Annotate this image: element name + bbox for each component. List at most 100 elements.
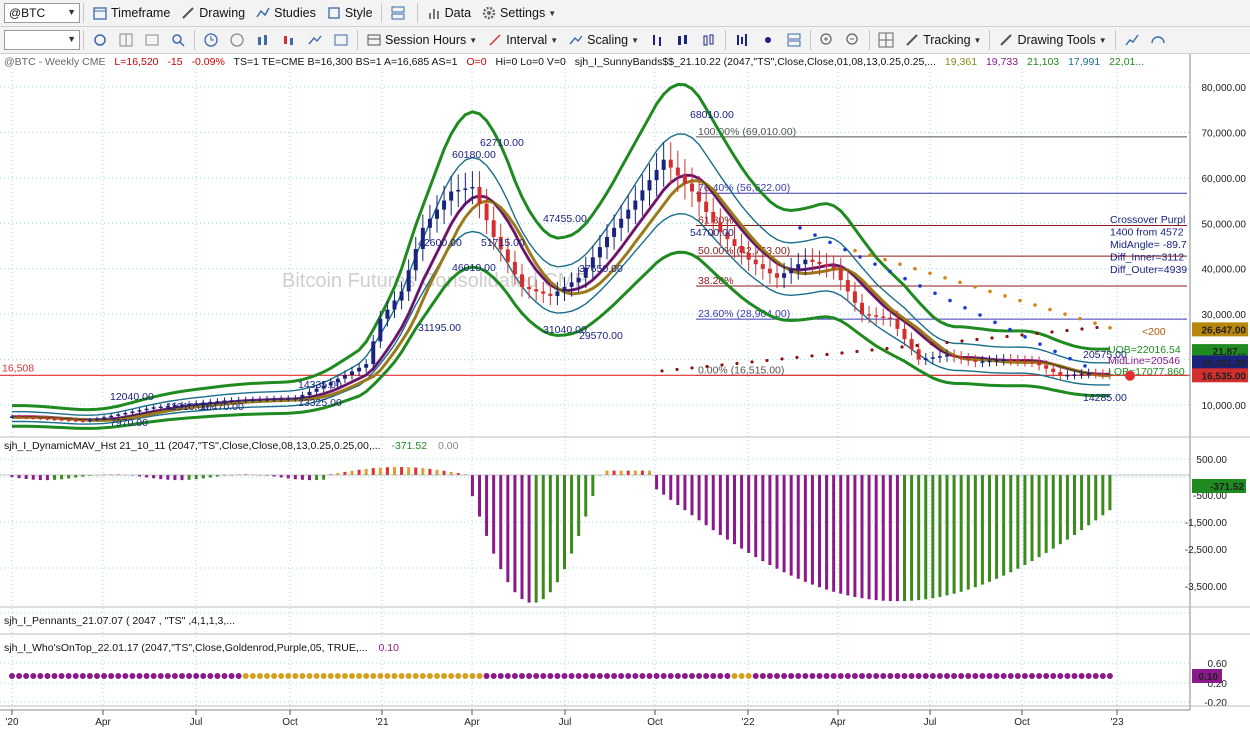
who-dot: [511, 673, 518, 679]
chart-grid: [0, 68, 1190, 710]
who-dot: [469, 673, 476, 679]
dot-icon[interactable]: [760, 32, 776, 48]
who-dot: [356, 673, 363, 679]
who-dot: [1050, 673, 1057, 679]
header-pct: -0.09%: [192, 56, 225, 68]
bar-style-icon[interactable]: [649, 32, 665, 48]
hist-bar: [612, 470, 616, 475]
price-label: 62710.00: [480, 137, 524, 149]
timeframe-button[interactable]: Timeframe: [87, 2, 175, 24]
who-dot: [249, 673, 256, 679]
maroon-dot: [915, 343, 919, 348]
line-chart-icon[interactable]: [307, 32, 323, 48]
candle-style-icon[interactable]: [675, 32, 691, 48]
trend-icon[interactable]: [1124, 32, 1140, 48]
header-open: O=0: [466, 56, 486, 68]
maroon-dot: [930, 342, 934, 346]
price-label: 60180.00: [452, 149, 496, 161]
tracking-button[interactable]: Tracking ▼: [899, 29, 986, 51]
candle-body: [973, 360, 978, 362]
data-button[interactable]: Data: [421, 2, 476, 24]
crossover-text: 1400 from 4572: [1110, 227, 1184, 239]
bars-icon[interactable]: [255, 32, 271, 48]
zoom-out-icon[interactable]: [845, 32, 861, 48]
hist-bar: [754, 475, 758, 558]
session-hours-button[interactable]: Session Hours ▼: [361, 29, 482, 51]
who-dot: [547, 673, 554, 679]
grid-toggle-icon[interactable]: [878, 32, 894, 48]
candle-body: [775, 273, 779, 278]
studies-button[interactable]: Studies: [250, 2, 321, 24]
who-dot: [370, 673, 377, 679]
candle-body: [1044, 365, 1049, 369]
candle-body: [810, 259, 815, 262]
hist-bar: [1051, 475, 1055, 549]
candle-body: [916, 349, 921, 360]
who-dot: [1078, 673, 1085, 679]
secondary-input[interactable]: ▼: [4, 30, 80, 50]
candle-body: [959, 356, 964, 359]
who-dot: [1014, 673, 1021, 679]
divider: [725, 30, 727, 50]
window-icon[interactable]: [144, 32, 160, 48]
hist-bar: [478, 475, 481, 517]
ohlc-icon[interactable]: [734, 32, 750, 48]
price-tick: 50,000.00: [1202, 219, 1247, 230]
search-chart-icon[interactable]: [170, 32, 186, 48]
who-dot: [696, 673, 703, 679]
whos-tag: 0.10: [1199, 672, 1219, 683]
blue-dot: [1053, 349, 1057, 354]
blue-dot: [933, 291, 937, 296]
panel-icon[interactable]: [786, 32, 802, 48]
who-dot: [86, 673, 93, 679]
layout-button[interactable]: [385, 2, 414, 24]
hist-bar: [371, 468, 375, 475]
hist-value: -371.52: [391, 440, 427, 452]
settings-button[interactable]: Settings ▼: [476, 2, 561, 24]
data-icon: [426, 5, 442, 21]
price-label: 37650.00: [579, 263, 623, 275]
scaling-button[interactable]: Scaling ▼: [563, 29, 644, 51]
chart-area[interactable]: Bitcoin Futures Consolidated CME 100.00%…: [0, 54, 1250, 739]
who-dot: [419, 673, 426, 679]
who-dot: [958, 673, 965, 679]
chevron-down-icon[interactable]: ▼: [67, 34, 76, 44]
candle-body: [158, 406, 163, 409]
who-dot: [944, 673, 950, 679]
grid-icon[interactable]: [118, 32, 134, 48]
candle-body: [102, 417, 107, 419]
who-dot: [1071, 673, 1078, 679]
drawing-button[interactable]: Drawing: [175, 2, 250, 24]
main-toolbar: @BTC ▼ Timeframe Drawing Studies Style D…: [0, 0, 1250, 27]
who-dot: [306, 673, 313, 679]
zoom-in-icon[interactable]: [819, 32, 835, 48]
who-dot: [731, 673, 738, 679]
who-dot: [795, 673, 802, 679]
hist-bar: [499, 475, 503, 570]
blue-dot: [843, 247, 847, 252]
hist-bar: [1065, 475, 1069, 540]
header-val2: 19,733: [986, 56, 1018, 68]
price-label: 14335.00: [298, 379, 342, 391]
gauge-icon[interactable]: [1150, 32, 1166, 48]
time-tick: Apr: [464, 717, 480, 728]
candle-body: [697, 191, 702, 202]
hollow-candle-icon[interactable]: [701, 32, 717, 48]
whos-on-top-dots: [9, 673, 1113, 679]
style-button[interactable]: Style: [321, 2, 378, 24]
who-dot: [901, 673, 908, 679]
window2-icon[interactable]: [333, 32, 349, 48]
clock2-icon[interactable]: [229, 32, 245, 48]
candles-icon[interactable]: [281, 32, 297, 48]
refresh-icon[interactable]: [92, 32, 108, 48]
blue-dot: [1083, 364, 1087, 368]
drawing-tools-button[interactable]: Drawing Tools ▼: [993, 29, 1111, 51]
hist-bar: [31, 475, 35, 480]
chevron-down-icon[interactable]: ▼: [67, 7, 76, 17]
candle-body: [1030, 361, 1034, 363]
orange-dot: [928, 271, 932, 276]
interval-button[interactable]: Interval ▼: [482, 29, 563, 51]
clock-icon[interactable]: [203, 32, 219, 48]
who-dot: [951, 673, 958, 679]
symbol-input[interactable]: @BTC ▼: [4, 3, 80, 23]
